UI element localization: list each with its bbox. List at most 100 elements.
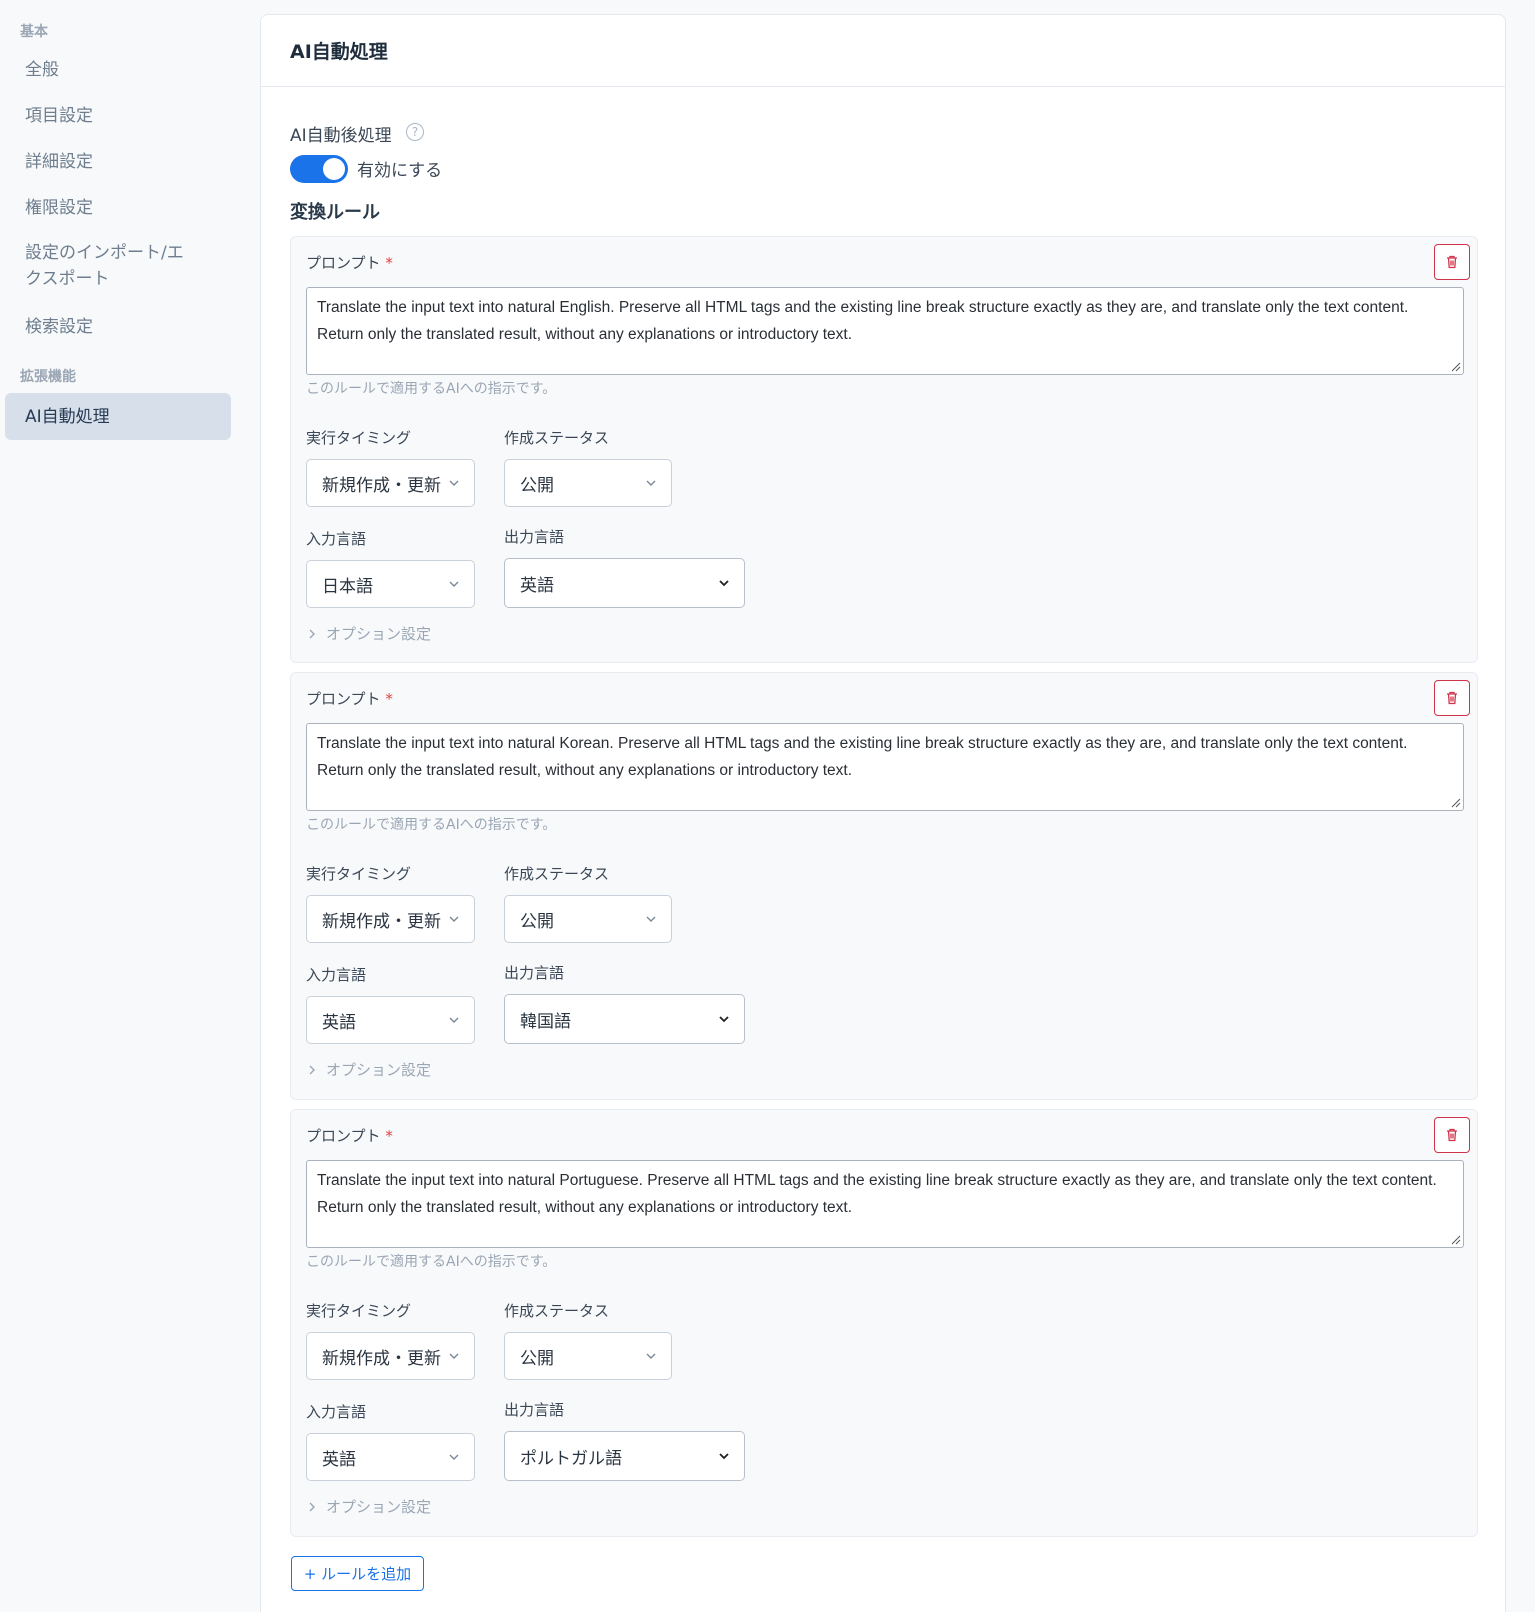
sidebar-item-search-settings[interactable]: 検索設定	[5, 314, 231, 340]
chevron-right-icon	[309, 629, 315, 638]
prompt-label: プロンプト *	[306, 254, 393, 272]
toggle-label: 有効にする	[357, 161, 443, 181]
options-toggle[interactable]: オプション設定	[306, 1496, 431, 1517]
sidebar-item-advanced-settings[interactable]: 詳細設定	[5, 149, 231, 175]
prompt-help-text: このルールで適用するAIへの指示です。	[306, 1254, 557, 1270]
timing-label: 実行タイミング	[306, 865, 412, 883]
trash-icon	[1447, 1128, 1457, 1142]
prompt-text-line1: Translate the input text into natural Ko…	[317, 735, 1408, 752]
sidebar-item-general[interactable]: 全般	[5, 57, 231, 83]
input-lang-select[interactable]: 日本語	[306, 560, 475, 608]
chevron-down-icon	[449, 1017, 459, 1023]
resize-handle-icon[interactable]	[1451, 798, 1461, 808]
sidebar-section-extensions: 拡張機能	[20, 369, 76, 385]
status-select-value: 公開	[520, 911, 554, 932]
output-lang-select-value: ポルトガル語	[520, 1448, 622, 1469]
chevron-down-icon	[719, 580, 729, 587]
prompt-help-text: このルールで適用するAIへの指示です。	[306, 817, 557, 833]
input-lang-select-value: 日本語	[322, 576, 373, 597]
help-icon[interactable]: ?	[406, 123, 424, 141]
status-label: 作成ステータス	[504, 1302, 610, 1320]
timing-label: 実行タイミング	[306, 429, 412, 447]
timing-select[interactable]: 新規作成・更新	[306, 1332, 475, 1380]
chevron-down-icon	[646, 480, 656, 486]
sidebar-section-basic: 基本	[20, 24, 48, 40]
chevron-down-icon	[449, 916, 459, 922]
status-select[interactable]: 公開	[504, 1332, 672, 1380]
prompt-textarea[interactable]: Translate the input text into natural Po…	[306, 1160, 1464, 1248]
options-label: オプション設定	[326, 1061, 432, 1079]
resize-handle-icon[interactable]	[1451, 1235, 1461, 1245]
chevron-down-icon	[449, 1353, 459, 1359]
trash-icon	[1447, 255, 1457, 269]
sidebar: 基本 全般 項目設定 詳細設定 権限設定 設定のインポート/エ クスポート 検索…	[0, 0, 240, 1612]
timing-select-value: 新規作成・更新	[322, 1348, 441, 1369]
chevron-down-icon	[646, 1353, 656, 1359]
status-label: 作成ステータス	[504, 429, 610, 447]
prompt-text-line1: Translate the input text into natural Po…	[317, 1172, 1437, 1189]
input-lang-label: 入力言語	[306, 530, 367, 548]
toggle-knob	[323, 158, 345, 180]
output-lang-select-value: 英語	[520, 575, 554, 596]
prompt-textarea[interactable]: Translate the input text into natural En…	[306, 287, 1464, 375]
status-label: 作成ステータス	[504, 865, 610, 883]
enable-toggle[interactable]	[290, 155, 348, 183]
sidebar-item-field-settings[interactable]: 項目設定	[5, 103, 231, 129]
prompt-label: プロンプト *	[306, 1127, 393, 1145]
output-lang-select[interactable]: 英語	[504, 558, 745, 608]
options-toggle[interactable]: オプション設定	[306, 1059, 431, 1080]
prompt-text-line1: Translate the input text into natural En…	[317, 299, 1409, 316]
options-label: オプション設定	[326, 1498, 432, 1516]
input-lang-label: 入力言語	[306, 1403, 367, 1421]
chevron-down-icon	[449, 581, 459, 587]
resize-handle-icon[interactable]	[1451, 362, 1461, 372]
output-lang-select[interactable]: 韓国語	[504, 994, 745, 1044]
input-lang-select[interactable]: 英語	[306, 996, 475, 1044]
delete-rule-button[interactable]	[1434, 1117, 1470, 1153]
options-toggle[interactable]: オプション設定	[306, 623, 431, 644]
chevron-down-icon	[646, 916, 656, 922]
output-lang-select[interactable]: ポルトガル語	[504, 1431, 745, 1481]
input-lang-select[interactable]: 英語	[306, 1433, 475, 1481]
rule-card: プロンプト * Translate the input text into na…	[290, 236, 1478, 663]
prompt-help-text: このルールで適用するAIへの指示です。	[306, 381, 557, 397]
prompt-textarea[interactable]: Translate the input text into natural Ko…	[306, 723, 1464, 811]
options-label: オプション設定	[326, 625, 432, 643]
chevron-right-icon	[309, 1065, 315, 1074]
status-select-value: 公開	[520, 475, 554, 496]
output-lang-label: 出力言語	[504, 1401, 565, 1419]
timing-label: 実行タイミング	[306, 1302, 412, 1320]
sidebar-item-ai-processing[interactable]: AI自動処理	[5, 393, 231, 440]
page-title: AI自動処理	[261, 15, 1505, 87]
prompt-text-line2: Return only the translated result, witho…	[317, 762, 853, 779]
post-process-label: AI自動後処理	[290, 126, 392, 146]
chevron-down-icon	[719, 1016, 729, 1023]
output-lang-label: 出力言語	[504, 528, 565, 546]
trash-icon	[1447, 691, 1457, 705]
sidebar-item-permission-settings[interactable]: 権限設定	[5, 195, 231, 221]
add-rule-button[interactable]: + ルールを追加	[291, 1556, 424, 1591]
sidebar-item-import-export[interactable]: 設定のインポート/エ クスポート	[5, 240, 231, 292]
status-select[interactable]: 公開	[504, 895, 672, 943]
delete-rule-button[interactable]	[1434, 680, 1470, 716]
rules-heading: 変換ルール	[290, 202, 380, 223]
rule-card: プロンプト * Translate the input text into na…	[290, 672, 1478, 1100]
prompt-label: プロンプト *	[306, 690, 393, 708]
input-lang-select-value: 英語	[322, 1449, 356, 1470]
sidebar-item-import-export-line1: 設定のインポート/エ	[25, 243, 184, 263]
chevron-down-icon	[719, 1453, 729, 1460]
delete-rule-button[interactable]	[1434, 244, 1470, 280]
prompt-text-line2: Return only the translated result, witho…	[317, 326, 853, 343]
sidebar-item-import-export-line2: クスポート	[25, 269, 110, 289]
input-lang-label: 入力言語	[306, 966, 367, 984]
output-lang-label: 出力言語	[504, 964, 565, 982]
status-select[interactable]: 公開	[504, 459, 672, 507]
chevron-down-icon	[449, 1454, 459, 1460]
timing-select-value: 新規作成・更新	[322, 475, 441, 496]
timing-select[interactable]: 新規作成・更新	[306, 459, 475, 507]
rule-card: プロンプト * Translate the input text into na…	[290, 1109, 1478, 1537]
chevron-right-icon	[309, 1502, 315, 1511]
timing-select[interactable]: 新規作成・更新	[306, 895, 475, 943]
output-lang-select-value: 韓国語	[520, 1011, 571, 1032]
prompt-text-line2: Return only the translated result, witho…	[317, 1199, 853, 1216]
